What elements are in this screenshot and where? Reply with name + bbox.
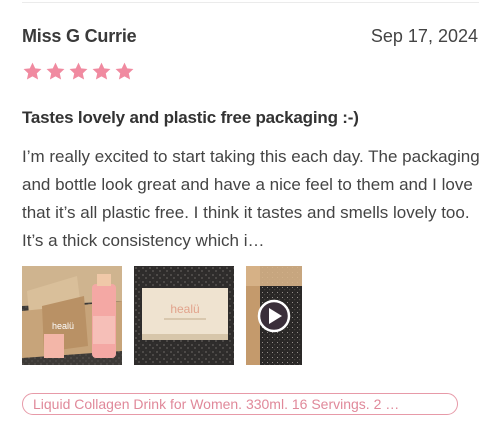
star-icon	[46, 62, 65, 80]
play-icon[interactable]	[257, 299, 291, 333]
review-card: Miss G Currie Sep 17, 2024 Tastes lovely…	[0, 0, 495, 434]
review-title: Tastes lovely and plastic free packaging…	[22, 108, 359, 127]
review-video-thumbnail[interactable]	[246, 266, 302, 365]
star-icon	[23, 62, 42, 80]
star-icon	[115, 62, 134, 80]
review-photo-thumbnail[interactable]: healü	[134, 266, 234, 365]
review-date: Sep 17, 2024	[370, 26, 478, 46]
reviewer-name: Miss G Currie	[22, 26, 137, 46]
media-brand-text: healü	[52, 321, 74, 331]
star-rating	[22, 61, 135, 82]
star-icon	[69, 62, 88, 80]
review-photo-thumbnail[interactable]: healü	[22, 266, 122, 365]
divider	[22, 2, 479, 3]
star-icon	[92, 62, 111, 80]
product-tag-link[interactable]: Liquid Collagen Drink for Women. 330ml. …	[22, 393, 458, 415]
review-media: healü healü	[22, 266, 302, 365]
media-brand-text: healü	[170, 302, 199, 316]
review-body: I’m really excited to start taking this …	[22, 147, 480, 250]
